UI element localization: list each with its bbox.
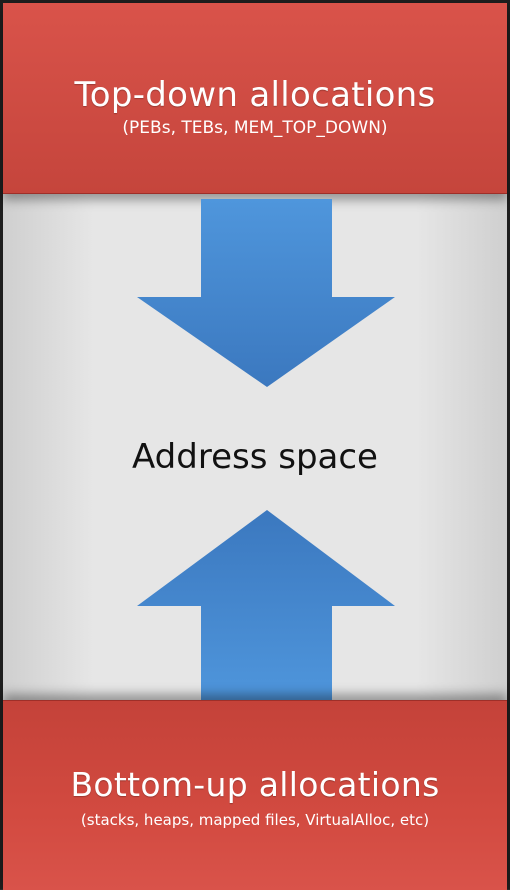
- bottom-up-subtitle: (stacks, heaps, mapped files, VirtualAll…: [80, 811, 430, 829]
- top-down-subtitle: (PEBs, TEBs, MEM_TOP_DOWN): [122, 118, 388, 138]
- top-down-allocations-band: Top-down allocations (PEBs, TEBs, MEM_TO…: [3, 3, 507, 194]
- up-arrow-icon: [3, 510, 507, 702]
- bottom-up-allocations-band: Bottom-up allocations (stacks, heaps, ma…: [3, 700, 507, 890]
- top-down-title: Top-down allocations: [74, 75, 436, 115]
- diagram-frame: Top-down allocations (PEBs, TEBs, MEM_TO…: [0, 0, 510, 890]
- bottom-up-title: Bottom-up allocations: [70, 765, 440, 804]
- address-space-label: Address space: [132, 437, 378, 477]
- down-arrow-icon: [3, 199, 507, 389]
